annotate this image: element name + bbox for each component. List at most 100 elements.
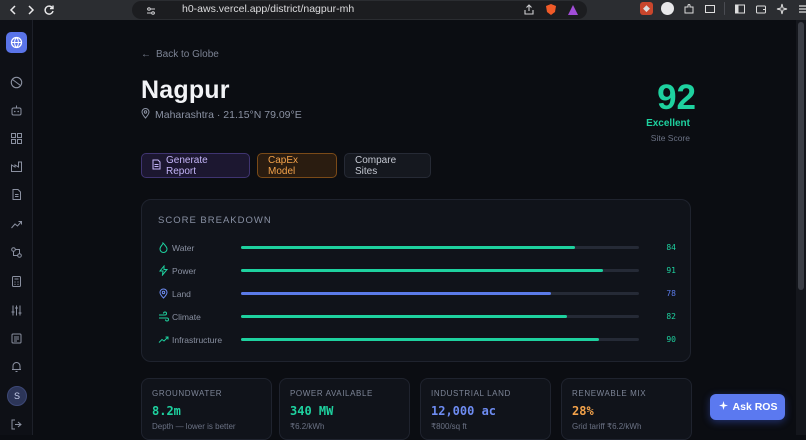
leo-ai-icon[interactable] <box>775 2 788 15</box>
site-score-rating: Excellent <box>646 118 690 129</box>
stat-label: INDUSTRIAL LAND <box>431 389 511 398</box>
score-bar-fill <box>241 269 604 272</box>
app-logo-icon[interactable] <box>6 32 27 53</box>
sliders-icon[interactable] <box>10 304 23 317</box>
page-title: Nagpur <box>141 76 230 104</box>
rewards-icon[interactable] <box>567 3 579 21</box>
stat-value: 28% <box>572 404 594 418</box>
back-link-label: Back to Globe <box>156 49 219 60</box>
generate-report-label: Generate Report <box>166 154 208 177</box>
bot-icon[interactable] <box>10 104 23 117</box>
stat-label: POWER AVAILABLE <box>290 389 373 398</box>
reports-icon[interactable] <box>10 332 23 345</box>
capex-model-button[interactable]: CapEx Model <box>257 153 337 178</box>
breakdown-label: Climate <box>172 312 201 322</box>
stat-value: 340 MW <box>290 404 334 418</box>
compare-icon[interactable] <box>10 246 23 259</box>
breakdown-label: Infrastructure <box>172 335 223 345</box>
breakdown-row-land: Land 78 <box>158 288 678 302</box>
menu-icon[interactable] <box>796 2 806 15</box>
location-text: Maharashtra · 21.15°N 79.09°E <box>155 109 302 121</box>
left-nav-rail: S <box>0 20 33 435</box>
forward-nav-icon[interactable] <box>22 0 40 20</box>
breakdown-value: 78 <box>666 289 676 298</box>
breakdown-value: 82 <box>666 312 676 321</box>
dashboard-icon[interactable] <box>10 132 23 145</box>
back-nav-icon[interactable] <box>4 0 22 20</box>
score-bar-track <box>241 338 639 341</box>
stat-card-industrial-land: INDUSTRIAL LAND 12,000 ac ₹800/sq ft <box>420 378 551 440</box>
breakdown-value: 91 <box>666 266 676 275</box>
stat-card-power: POWER AVAILABLE 340 MW ₹6.2/kWh <box>279 378 410 440</box>
stat-card-groundwater: GROUNDWATER 8.2m Depth — lower is better <box>141 378 272 440</box>
water-icon <box>158 242 169 253</box>
generate-report-button[interactable]: Generate Report <box>141 153 250 178</box>
score-bar-fill <box>241 292 552 295</box>
breakdown-row-water: Water 84 <box>158 242 678 256</box>
score-bar-track <box>241 315 639 318</box>
score-bar-track <box>241 246 639 249</box>
ask-ros-button[interactable]: Ask ROS <box>710 394 785 420</box>
score-breakdown-title: SCORE BREAKDOWN <box>158 215 272 226</box>
score-bar-track <box>241 292 639 295</box>
back-to-globe-link[interactable]: ← Back to Globe <box>141 49 219 60</box>
wind-icon <box>158 311 169 322</box>
calculator-icon[interactable] <box>10 275 23 288</box>
breakdown-row-power: Power 91 <box>158 265 678 279</box>
score-breakdown-card: SCORE BREAKDOWN Water 84 Power 91 Land 7… <box>141 199 691 362</box>
breakdown-row-infrastructure: Infrastructure 90 <box>158 334 678 348</box>
score-bar-fill <box>241 315 568 318</box>
browser-toolbar: h0-aws.vercel.app/district/nagpur-mh ◆ <box>0 0 806 20</box>
breakdown-label: Water <box>172 243 195 253</box>
stat-card-renewable-mix: RENEWABLE MIX 28% Grid tariff ₹6.2/kWh <box>561 378 692 440</box>
score-bar-track <box>241 269 639 272</box>
logout-icon[interactable] <box>10 418 23 431</box>
screenshot-icon[interactable] <box>703 2 716 15</box>
bell-icon[interactable] <box>10 360 23 373</box>
brave-shield-icon[interactable] <box>545 3 557 21</box>
stat-note: Depth — lower is better <box>152 422 236 431</box>
extension-icon[interactable] <box>661 2 674 15</box>
site-score-caption: Site Score <box>650 133 690 143</box>
stat-note: ₹6.2/kWh <box>290 422 325 431</box>
site-settings-icon[interactable] <box>146 3 156 21</box>
address-bar[interactable]: h0-aws.vercel.app/district/nagpur-mh <box>132 1 587 19</box>
share-icon[interactable] <box>523 3 535 21</box>
stat-note: Grid tariff ₹6.2/kWh <box>572 422 642 431</box>
bolt-icon <box>158 265 169 276</box>
user-avatar[interactable]: S <box>7 386 27 406</box>
compare-sites-button[interactable]: Compare Sites <box>344 153 431 178</box>
map-pin-icon <box>141 108 150 122</box>
sparkle-icon <box>718 400 729 414</box>
stat-label: GROUNDWATER <box>152 389 223 398</box>
trend-up-icon <box>158 334 169 345</box>
trend-icon[interactable] <box>10 218 23 231</box>
breakdown-value: 90 <box>666 335 676 344</box>
score-bar-fill <box>241 246 576 249</box>
arrow-left-icon: ← <box>141 49 151 60</box>
breakdown-row-climate: Climate 82 <box>158 311 678 325</box>
stat-value: 12,000 ac <box>431 404 497 418</box>
scrollbar-thumb[interactable] <box>798 22 804 290</box>
divider <box>724 2 725 15</box>
ask-ros-label: Ask ROS <box>732 401 778 413</box>
breakdown-value: 84 <box>666 243 676 252</box>
url-text[interactable]: h0-aws.vercel.app/district/nagpur-mh <box>182 3 354 15</box>
document-icon[interactable] <box>10 188 23 201</box>
wallet-icon[interactable] <box>754 2 767 15</box>
document-icon <box>152 159 161 173</box>
breakdown-label: Power <box>172 266 197 276</box>
map-pin-icon <box>158 288 169 299</box>
district-main: ← Back to Globe Nagpur Maharashtra · 21.… <box>34 20 796 440</box>
stat-note: ₹800/sq ft <box>431 422 467 431</box>
site-score-value: 92 <box>657 78 696 117</box>
globe-icon[interactable] <box>10 76 23 89</box>
extension-icon[interactable]: ◆ <box>640 2 653 15</box>
breakdown-label: Land <box>172 289 191 299</box>
stat-value: 8.2m <box>152 404 181 418</box>
reload-icon[interactable] <box>40 0 58 20</box>
score-bar-fill <box>241 338 600 341</box>
factory-icon[interactable] <box>10 160 23 173</box>
puzzle-extensions-icon[interactable] <box>682 2 695 15</box>
sidebar-toggle-icon[interactable] <box>733 2 746 15</box>
